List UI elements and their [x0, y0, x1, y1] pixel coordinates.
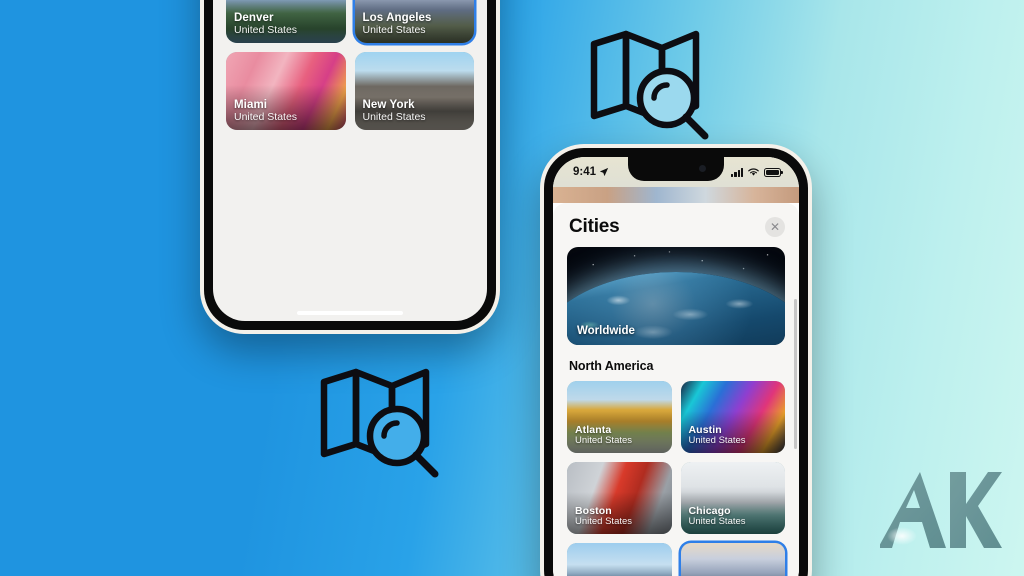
city-card-denver[interactable]: DenverUnited States	[567, 543, 672, 576]
city-country: United States	[234, 24, 298, 37]
status-bar-right	[731, 167, 783, 177]
city-card-chicago[interactable]: Chicago United States	[680, 462, 785, 534]
background-map-strip	[553, 187, 799, 203]
city-country: United States	[575, 435, 633, 447]
status-bar: 9:41	[553, 157, 799, 187]
city-card-boston[interactable]: Boston United States	[567, 462, 672, 534]
city-card-denver[interactable]: DenverUnited States	[226, 0, 346, 43]
location-arrow-icon	[599, 167, 609, 177]
phone-bezel-right: 9:41 Cities ✕ Worldwide North America At…	[544, 148, 808, 576]
worldwide-label: Worldwide	[577, 325, 635, 337]
scrollbar[interactable]	[794, 299, 797, 449]
section-title-north-america: North America	[569, 359, 654, 373]
page-title: Cities	[569, 216, 620, 237]
city-card-miami[interactable]: Miami United States	[226, 52, 346, 130]
city-card-labels: Miami United States	[234, 99, 297, 124]
front-camera-icon	[699, 165, 706, 172]
city-card-grid-right[interactable]: Atlanta United States Austin United States B…	[567, 381, 785, 576]
city-card-labels: Denver United States	[234, 12, 297, 37]
city-card-los-angeles[interactable]: Los AngelesUnited States	[354, 0, 474, 43]
city-country: United States	[688, 435, 746, 447]
city-card-labels: Los Angeles United States	[363, 12, 432, 37]
battery-full-icon	[764, 167, 783, 177]
status-bar-left: 9:41	[573, 166, 609, 178]
notch	[628, 157, 724, 181]
city-card-austin[interactable]: Austin United States	[680, 381, 785, 453]
cellular-bars-icon	[731, 167, 743, 177]
city-card-labels: Austin United States	[688, 424, 746, 447]
city-card-labels: Chicago United States	[688, 505, 746, 528]
city-thumbnail	[680, 543, 785, 576]
city-card-los-angeles[interactable]: Los AngelesUnited States	[680, 543, 785, 576]
status-time: 9:41	[573, 166, 597, 178]
ak-logo-watermark	[880, 472, 1002, 548]
city-country: United States	[234, 111, 298, 124]
city-grid-container-left: AtlantaUnited StatesAustinUnited StatesB…	[213, 0, 487, 130]
home-indicator	[297, 311, 403, 315]
close-icon[interactable]: ✕	[765, 217, 785, 237]
sheet-body: Worldwide North America Atlanta United St…	[553, 247, 799, 576]
phone-bezel-left: AtlantaUnited StatesAustinUnited StatesB…	[204, 0, 496, 330]
city-country: United States	[362, 24, 426, 37]
map-search-icon	[590, 30, 709, 140]
cities-sheet: Cities ✕ Worldwide North America Atlanta…	[553, 203, 799, 576]
map-search-icon	[320, 368, 439, 478]
sheet-header: Cities ✕	[553, 203, 799, 247]
wifi-icon	[748, 168, 759, 176]
worldwide-card[interactable]: Worldwide	[567, 247, 785, 345]
city-country: United States	[688, 516, 746, 528]
city-card-grid-left[interactable]: AtlantaUnited StatesAustinUnited StatesB…	[226, 0, 474, 130]
city-card-labels: New York United States	[363, 99, 426, 124]
city-card-labels: Atlanta United States	[575, 424, 633, 447]
city-thumbnail	[567, 543, 672, 576]
phone-screen-right: 9:41 Cities ✕ Worldwide North America At…	[553, 157, 799, 576]
phone-screen-left: AtlantaUnited StatesAustinUnited StatesB…	[213, 0, 487, 321]
city-card-labels: Boston United States	[575, 505, 633, 528]
city-card-new-york[interactable]: New York United States	[354, 52, 474, 130]
city-card-atlanta[interactable]: Atlanta United States	[567, 381, 672, 453]
city-country: United States	[575, 516, 633, 528]
city-country: United States	[362, 111, 426, 124]
iphone-mockup-left: AtlantaUnited StatesAustinUnited StatesB…	[200, 0, 500, 334]
iphone-mockup-right: 9:41 Cities ✕ Worldwide North America At…	[540, 144, 812, 576]
